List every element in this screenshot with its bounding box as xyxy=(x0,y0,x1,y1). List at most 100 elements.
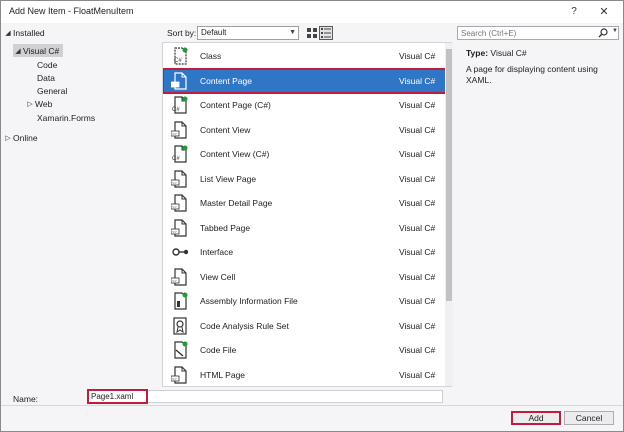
xaml-page-icon: <> xyxy=(170,267,189,286)
search-box[interactable]: ▼ xyxy=(457,26,619,40)
xaml-page-icon: <> xyxy=(170,120,189,139)
code-file-icon xyxy=(171,341,189,359)
template-name: Content Page xyxy=(200,75,252,86)
window-title: Add New Item - FloatMenuItem xyxy=(9,6,134,16)
tree-item-xamarin-forms[interactable]: Xamarin.Forms xyxy=(37,111,95,124)
template-description: A page for displaying content using XAML… xyxy=(466,64,598,85)
ruleset-icon xyxy=(171,316,189,335)
collapsed-arrow-icon[interactable]: ▷ xyxy=(25,100,35,108)
template-item[interactable]: C# Class Visual C# xyxy=(163,44,451,68)
tree-item-web[interactable]: ▷ Web xyxy=(25,97,52,110)
template-language: Visual C# xyxy=(399,271,436,282)
template-name: Content View xyxy=(200,124,251,135)
tree-item-label: Web xyxy=(35,98,53,109)
template-item[interactable]: <> View Cell Visual C# xyxy=(163,265,451,289)
type-value: Visual C# xyxy=(490,48,527,58)
template-language: Visual C# xyxy=(399,51,436,61)
expanded-arrow-icon[interactable]: ◢ xyxy=(3,29,13,37)
cs-page-icon: C# xyxy=(171,145,189,163)
list-toolbar: Sort by: Default ▼ xyxy=(161,23,455,43)
tree-item-online[interactable]: ▷ Online xyxy=(3,131,38,144)
tree-item-label: Code xyxy=(37,59,58,70)
grid-view-icon xyxy=(307,28,317,38)
template-item[interactable]: <> Tabbed Page Visual C# xyxy=(163,216,451,240)
search-icon[interactable] xyxy=(598,28,608,38)
category-tree: ◢ Installed ◢ Visual C# Code Data Genera… xyxy=(1,23,161,381)
collapsed-arrow-icon[interactable]: ▷ xyxy=(3,134,13,142)
svg-text:<>: <> xyxy=(172,82,177,87)
template-item[interactable]: Code File Visual C# xyxy=(163,338,451,362)
tree-item-visual-cs[interactable]: ◢ Visual C# xyxy=(13,44,64,57)
template-language: Visual C# xyxy=(399,247,436,257)
svg-text:<>: <> xyxy=(172,204,177,209)
template-language: Visual C# xyxy=(399,173,436,184)
template-list-scrollbar[interactable] xyxy=(445,43,453,386)
template-item[interactable]: <> Master Detail Page Visual C# xyxy=(163,191,451,215)
template-item[interactable]: C# Content View (C#) Visual C# xyxy=(163,142,451,166)
svg-text:<>: <> xyxy=(172,278,177,283)
chevron-down-icon: ▼ xyxy=(289,29,296,36)
template-item[interactable]: Code Analysis Rule Set Visual C# xyxy=(163,314,451,338)
template-name: Class xyxy=(200,51,222,61)
template-list: C# Class Visual C# <> Content Page Visual C# C… xyxy=(162,42,452,387)
footer-divider xyxy=(1,405,623,406)
interface-icon xyxy=(171,243,189,261)
template-name: Content Page (C#) xyxy=(200,100,271,110)
add-button[interactable]: Add xyxy=(511,411,561,425)
expanded-arrow-icon[interactable]: ◢ xyxy=(13,47,23,55)
template-name: Assembly Information File xyxy=(200,296,298,306)
cancel-button[interactable]: Cancel xyxy=(564,411,614,425)
list-view-icon xyxy=(321,28,331,38)
xaml-page-icon: <> xyxy=(170,169,189,188)
type-key: Type: xyxy=(466,48,489,58)
details-pane: Type: Visual C# A page for displaying co… xyxy=(457,43,621,381)
svg-text:C#: C# xyxy=(172,156,180,162)
template-item[interactable]: <> Content View Visual C# xyxy=(163,118,451,142)
tree-item-general[interactable]: General xyxy=(37,84,67,97)
template-language: Visual C# xyxy=(399,75,436,86)
template-item[interactable]: C# Content Page (C#) Visual C# xyxy=(163,93,451,117)
tree-item-installed[interactable]: ◢ Installed xyxy=(3,26,44,39)
template-name: Code File xyxy=(200,345,237,355)
template-language: Visual C# xyxy=(399,296,436,306)
sort-by-dropdown[interactable]: Default ▼ xyxy=(197,26,299,40)
svg-text:C#: C# xyxy=(172,107,180,113)
template-item[interactable]: Interface Visual C# xyxy=(163,240,451,264)
add-new-item-dialog: Add New Item - FloatMenuItem ? ✕ ◢ Insta… xyxy=(0,0,624,432)
search-input[interactable] xyxy=(461,28,591,39)
template-name: View Cell xyxy=(200,271,236,282)
template-name: Interface xyxy=(200,247,234,257)
template-item[interactable]: <> Content Page Visual C# xyxy=(163,67,451,94)
template-language: Visual C# xyxy=(399,124,436,135)
tree-item-data[interactable]: Data xyxy=(37,71,55,84)
svg-text:<>: <> xyxy=(172,180,177,185)
template-item[interactable]: <> List View Page Visual C# xyxy=(163,167,451,191)
svg-text:<>: <> xyxy=(172,229,177,234)
close-button[interactable]: ✕ xyxy=(597,5,611,19)
template-name: Master Detail Page xyxy=(200,198,273,208)
small-icons-view-button[interactable] xyxy=(305,26,319,40)
tree-item-label: Visual C# xyxy=(23,45,60,56)
name-label: Name: xyxy=(13,394,39,404)
help-button[interactable]: ? xyxy=(567,5,581,19)
xaml-page-icon: <> xyxy=(170,218,189,237)
template-language: Visual C# xyxy=(399,100,436,110)
template-item[interactable]: Assembly Information File Visual C# xyxy=(163,289,451,313)
tree-item-label: Data xyxy=(37,72,55,83)
template-language: Visual C# xyxy=(399,320,436,331)
list-view-button[interactable] xyxy=(319,26,333,40)
assembly-info-icon xyxy=(171,292,189,310)
xaml-page-icon: <> xyxy=(170,194,189,212)
svg-text:<>: <> xyxy=(172,131,177,136)
html-page-icon: <> xyxy=(170,365,189,384)
scrollbar-thumb[interactable] xyxy=(446,49,452,301)
template-language: Visual C# xyxy=(399,149,436,159)
template-language: Visual C# xyxy=(399,222,436,233)
template-item[interactable]: <> HTML Page Visual C# xyxy=(163,363,451,387)
tree-item-code[interactable]: Code xyxy=(37,58,57,71)
svg-text:<>: <> xyxy=(172,376,177,381)
tree-item-label: Online xyxy=(13,132,38,143)
name-field-highlight xyxy=(87,389,148,404)
chevron-down-icon[interactable]: ▼ xyxy=(612,28,618,34)
template-language: Visual C# xyxy=(399,345,436,355)
